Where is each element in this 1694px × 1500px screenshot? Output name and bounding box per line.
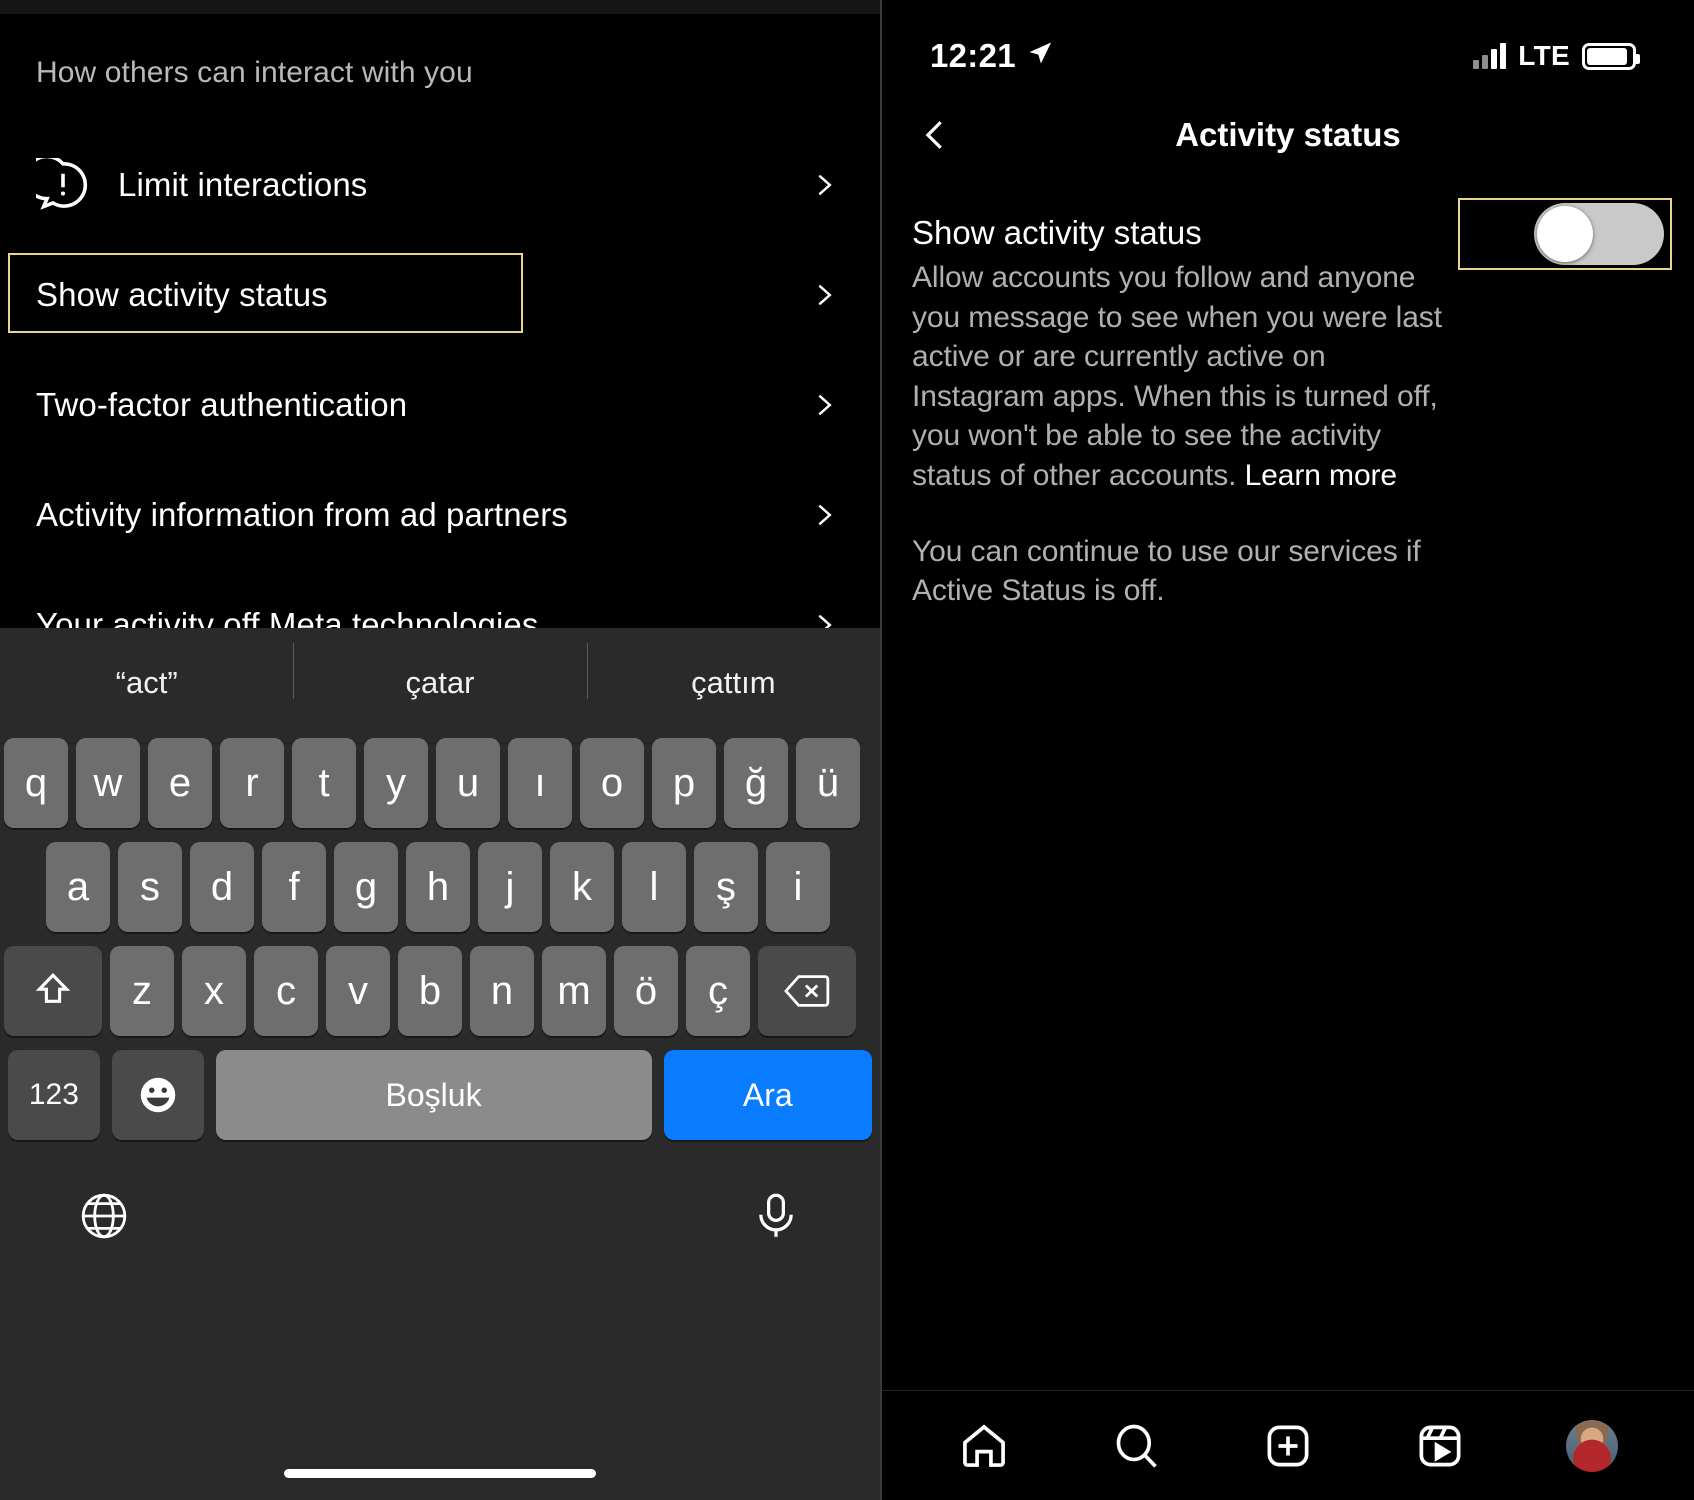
setting-note: You can continue to use our services if … xyxy=(912,534,1421,608)
highlight-box-activity-toggle xyxy=(1458,198,1672,270)
key-w[interactable]: w xyxy=(76,738,140,828)
status-time: 12:21 xyxy=(930,37,1016,74)
chevron-right-icon xyxy=(810,171,838,199)
page-title: Activity status xyxy=(1175,116,1401,153)
setting-label: Show activity status xyxy=(36,276,328,313)
key-d[interactable]: d xyxy=(190,842,254,932)
setting-row-limit-interactions[interactable]: Limit interactions xyxy=(0,130,880,240)
key-g[interactable]: g xyxy=(334,842,398,932)
setting-label: Activity information from ad partners xyxy=(36,496,568,533)
status-bar-time-group: 12:21 xyxy=(930,37,1054,75)
keyboard-bottom-bar xyxy=(0,1154,880,1242)
key-p[interactable]: p xyxy=(652,738,716,828)
keyboard-suggestion-bar: “act” çatar çattım xyxy=(0,628,880,738)
virtual-keyboard: “act” çatar çattım q w e r t y u ı o p ğ… xyxy=(0,628,880,1500)
key-u[interactable]: u xyxy=(436,738,500,828)
key-a[interactable]: a xyxy=(46,842,110,932)
key-n[interactable]: n xyxy=(470,946,534,1036)
status-bar-right-group: LTE xyxy=(1473,40,1640,72)
home-indicator xyxy=(284,1469,596,1478)
microphone-icon[interactable] xyxy=(750,1190,802,1242)
keyboard-row-4: 123 Boşluk Ara xyxy=(0,1050,880,1140)
home-icon[interactable] xyxy=(958,1420,1010,1472)
left-phone-panel: How others can interact with you Limit i… xyxy=(0,0,880,1500)
key-t[interactable]: t xyxy=(292,738,356,828)
setting-row-show-activity-status[interactable]: Show activity status xyxy=(0,240,880,350)
numbers-key[interactable]: 123 xyxy=(8,1050,100,1140)
status-bar: 12:21 LTE xyxy=(882,0,1694,90)
key-o[interactable]: o xyxy=(580,738,644,828)
profile-avatar[interactable] xyxy=(1566,1419,1618,1472)
learn-more-link[interactable]: Learn more xyxy=(1245,459,1398,492)
signal-bars-icon xyxy=(1473,43,1507,69)
space-key[interactable]: Boşluk xyxy=(215,1050,652,1140)
key-r[interactable]: r xyxy=(220,738,284,828)
setting-label: Limit interactions xyxy=(118,166,368,203)
search-icon[interactable] xyxy=(1110,1420,1162,1472)
key-m[interactable]: m xyxy=(542,946,606,1036)
suggestion-0[interactable]: “act” xyxy=(0,665,293,701)
key-c[interactable]: c xyxy=(254,946,318,1036)
key-q[interactable]: q xyxy=(4,738,68,828)
key-i[interactable]: i xyxy=(766,842,830,932)
key-l[interactable]: l xyxy=(622,842,686,932)
description-text: Allow accounts you follow and anyone you… xyxy=(912,261,1442,492)
bottom-tab-bar xyxy=(882,1390,1694,1500)
section-header: How others can interact with you xyxy=(36,56,473,89)
keyboard-row-1: q w e r t y u ı o p ğ ü xyxy=(0,738,880,828)
suggestion-1[interactable]: çatar xyxy=(293,643,586,701)
globe-icon[interactable] xyxy=(78,1190,130,1242)
chevron-right-icon xyxy=(810,281,838,309)
left-status-strip xyxy=(0,0,880,14)
key-k[interactable]: k xyxy=(550,842,614,932)
key-j[interactable]: j xyxy=(478,842,542,932)
setting-label: Two-factor authentication xyxy=(36,386,408,423)
activity-status-content: Show activity status Allow accounts you … xyxy=(882,180,1694,611)
create-plus-icon[interactable] xyxy=(1262,1420,1314,1472)
setting-row-two-factor-authentication[interactable]: Two-factor authentication xyxy=(0,350,880,460)
settings-list: Limit interactions Show activity status … xyxy=(0,130,880,680)
key-u-umlaut[interactable]: ü xyxy=(796,738,860,828)
screenshot-stage: How others can interact with you Limit i… xyxy=(0,0,1694,1500)
setting-description: Allow accounts you follow and anyone you… xyxy=(912,258,1452,496)
right-phone-panel: 12:21 LTE Activity status Show activity … xyxy=(880,0,1694,1500)
backspace-icon[interactable] xyxy=(758,946,856,1036)
key-x[interactable]: x xyxy=(182,946,246,1036)
key-y[interactable]: y xyxy=(364,738,428,828)
key-o-umlaut[interactable]: ö xyxy=(614,946,678,1036)
nav-header: Activity status xyxy=(882,90,1694,180)
exclamation-bubble-icon xyxy=(36,158,90,212)
toggle-knob xyxy=(1537,206,1593,262)
key-f[interactable]: f xyxy=(262,842,326,932)
shift-icon[interactable] xyxy=(4,946,102,1036)
keyboard-row-3: z x c v b n m ö ç xyxy=(0,946,880,1036)
location-arrow-icon xyxy=(1026,37,1054,75)
network-label: LTE xyxy=(1518,40,1570,71)
key-g-breve[interactable]: ğ xyxy=(724,738,788,828)
key-c-cedilla[interactable]: ç xyxy=(686,946,750,1036)
reels-icon[interactable] xyxy=(1414,1420,1466,1472)
key-h[interactable]: h xyxy=(406,842,470,932)
keyboard-row-2: a s d f g h j k l ş i xyxy=(0,842,880,932)
key-b[interactable]: b xyxy=(398,946,462,1036)
suggestion-2[interactable]: çattım xyxy=(586,643,880,701)
key-dotless-i[interactable]: ı xyxy=(508,738,572,828)
emoji-icon[interactable] xyxy=(111,1050,204,1140)
show-activity-status-toggle[interactable] xyxy=(1534,203,1664,265)
key-v[interactable]: v xyxy=(326,946,390,1036)
chevron-right-icon xyxy=(810,391,838,419)
key-s-cedilla[interactable]: ş xyxy=(694,842,758,932)
key-e[interactable]: e xyxy=(148,738,212,828)
key-s[interactable]: s xyxy=(118,842,182,932)
battery-icon xyxy=(1582,42,1640,70)
key-z[interactable]: z xyxy=(110,946,174,1036)
chevron-right-icon xyxy=(810,501,838,529)
search-key[interactable]: Ara xyxy=(663,1050,873,1140)
setting-row-activity-information-ad-partners[interactable]: Activity information from ad partners xyxy=(0,460,880,570)
